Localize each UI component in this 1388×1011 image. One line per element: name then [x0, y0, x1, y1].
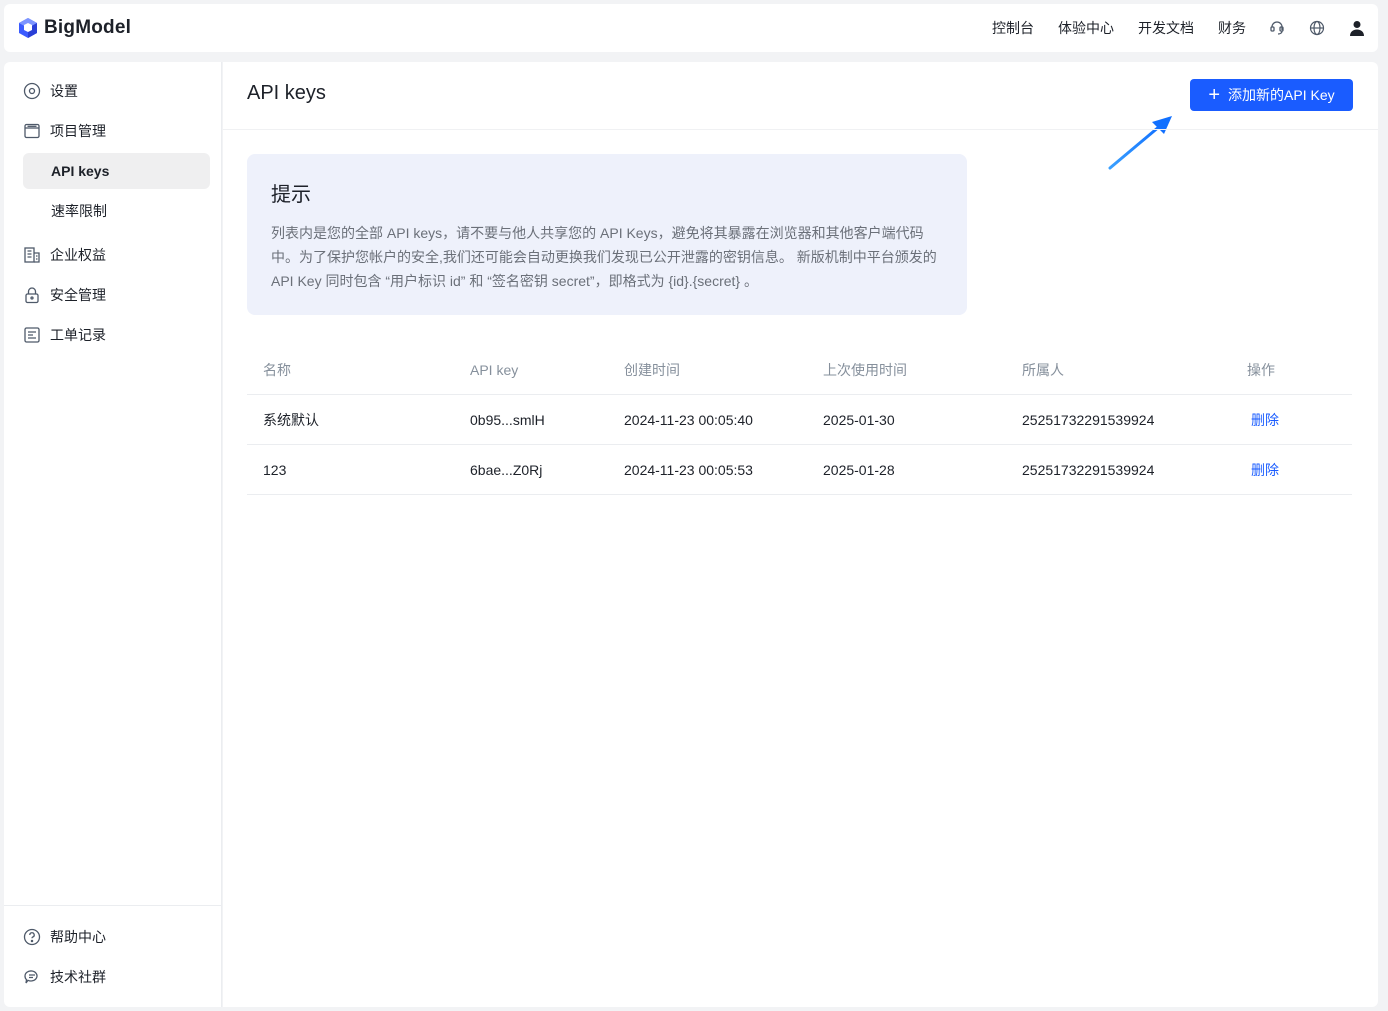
- table-row: 系统默认 0b95...smlH 2024-11-23 00:05:40 202…: [247, 395, 1352, 445]
- column-header-owner: 所属人: [1022, 361, 1064, 378]
- top-bar: BigModel 控制台 体验中心 开发文档 财务: [4, 4, 1378, 52]
- column-header-actions: 操作: [1247, 361, 1275, 378]
- chat-icon: [23, 968, 41, 986]
- sidebar-item-community[interactable]: 技术社群: [23, 959, 210, 995]
- sidebar-item-tickets[interactable]: 工单记录: [23, 317, 210, 353]
- cell-created: 2024-11-23 00:05:40: [624, 411, 753, 428]
- add-api-key-label: 添加新的API Key: [1228, 87, 1335, 103]
- column-header-last-used: 上次使用时间: [823, 361, 907, 378]
- cell-last-used: 2025-01-30: [823, 411, 895, 428]
- cell-created: 2024-11-23 00:05:53: [624, 461, 753, 478]
- table-row: 123 6bae...Z0Rj 2024-11-23 00:05:53 2025…: [247, 445, 1352, 495]
- sidebar-item-label: 速率限制: [51, 203, 107, 219]
- building-icon: [23, 246, 41, 264]
- globe-icon[interactable]: [1308, 19, 1326, 37]
- brand-logo[interactable]: BigModel: [18, 17, 131, 39]
- page-title: API keys: [247, 82, 326, 104]
- sidebar-item-label: 安全管理: [50, 287, 106, 303]
- cell-last-used: 2025-01-28: [823, 461, 895, 478]
- sidebar-item-label: 工单记录: [50, 327, 106, 343]
- ticket-icon: [23, 326, 41, 344]
- sidebar-item-label: 技术社群: [50, 969, 106, 985]
- cell-owner: 25251732291539924: [1022, 461, 1155, 478]
- sidebar-item-settings[interactable]: 设置: [23, 73, 210, 109]
- top-nav: 控制台 体验中心 开发文档 财务: [968, 4, 1366, 52]
- help-icon: [23, 928, 41, 946]
- cell-name: 123: [263, 461, 287, 478]
- nav-finance[interactable]: 财务: [1218, 18, 1246, 38]
- support-icon[interactable]: [1268, 19, 1286, 37]
- bigmodel-logo-icon: [19, 18, 37, 38]
- tip-panel: 提示 列表内是您的全部 API keys，请不要与他人共享您的 API Keys…: [247, 154, 967, 315]
- column-header-key: API key: [470, 361, 519, 378]
- cell-key: 6bae...Z0Rj: [470, 461, 543, 478]
- add-api-key-button[interactable]: + 添加新的API Key: [1190, 79, 1353, 111]
- table-header: 名称 API key 创建时间 上次使用时间 所属人 操作: [247, 345, 1352, 395]
- tip-title: 提示: [271, 184, 311, 206]
- sidebar-item-projects[interactable]: 项目管理: [23, 113, 210, 149]
- sidebar-item-rate-limits[interactable]: 速率限制: [23, 193, 210, 229]
- nav-docs[interactable]: 开发文档: [1138, 18, 1194, 38]
- sidebar-item-label: 项目管理: [50, 123, 106, 139]
- annotation-arrow-icon: [1108, 116, 1172, 170]
- cell-key: 0b95...smlH: [470, 411, 545, 428]
- header-divider: [223, 129, 1378, 130]
- brand-name: BigModel: [44, 17, 132, 38]
- cell-name: 系统默认: [263, 411, 319, 428]
- plus-icon: +: [1208, 84, 1221, 106]
- sidebar-item-enterprise[interactable]: 企业权益: [23, 237, 210, 273]
- cell-owner: 25251732291539924: [1022, 411, 1155, 428]
- nav-playground[interactable]: 体验中心: [1058, 18, 1114, 38]
- column-header-created: 创建时间: [624, 361, 680, 378]
- sidebar-item-api-keys[interactable]: API keys: [23, 153, 210, 189]
- sidebar-divider: [4, 905, 222, 906]
- column-header-name: 名称: [263, 361, 291, 378]
- sidebar-item-label: 设置: [50, 83, 78, 99]
- sidebar-item-label: API keys: [51, 163, 110, 179]
- user-icon[interactable]: [1348, 19, 1366, 37]
- sidebar-item-security[interactable]: 安全管理: [23, 277, 210, 313]
- sidebar-item-help[interactable]: 帮助中心: [23, 919, 210, 955]
- delete-button[interactable]: 删除: [1247, 412, 1279, 428]
- main-panel: API keys + 添加新的API Key 提示 列表内是您的全部 API k…: [223, 62, 1378, 1007]
- sidebar-item-label: 企业权益: [50, 247, 106, 263]
- nav-console[interactable]: 控制台: [992, 18, 1034, 38]
- api-keys-table: 名称 API key 创建时间 上次使用时间 所属人 操作 系统默认 0b95.…: [247, 345, 1352, 495]
- lock-icon: [23, 286, 41, 304]
- tip-body: 列表内是您的全部 API keys，请不要与他人共享您的 API Keys，避免…: [271, 225, 937, 289]
- folder-icon: [23, 122, 41, 140]
- settings-icon: [23, 82, 41, 100]
- sidebar-item-label: 帮助中心: [50, 929, 106, 945]
- delete-button[interactable]: 删除: [1247, 462, 1279, 478]
- sidebar: 设置 项目管理 API keys 速率限制 企业权益 安全管理 工单记录 帮助中: [4, 62, 222, 1007]
